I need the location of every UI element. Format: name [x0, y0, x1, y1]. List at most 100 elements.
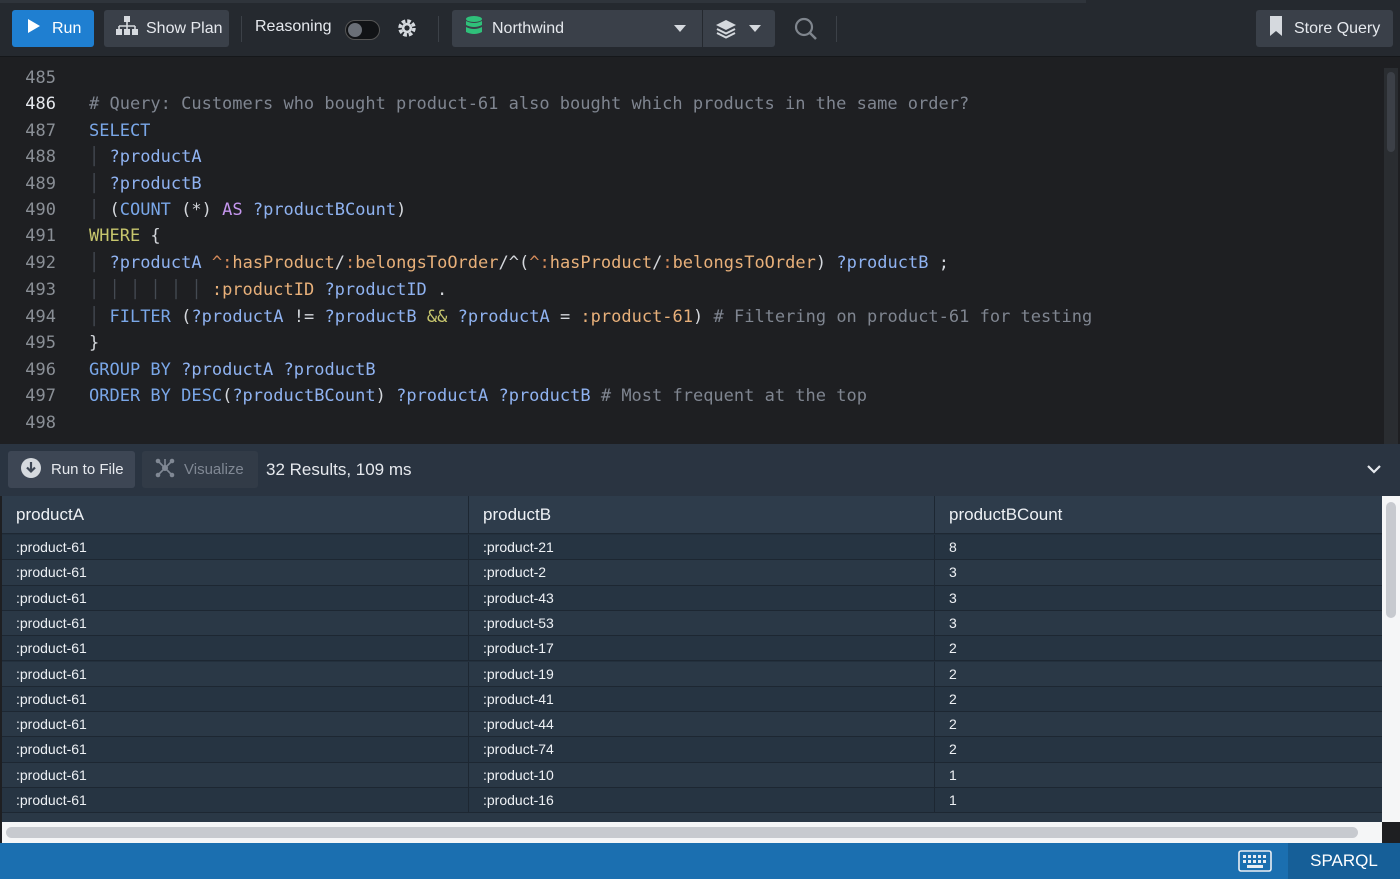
line-number: 488: [25, 147, 56, 167]
store-query-button[interactable]: Store Query: [1256, 10, 1393, 47]
chevron-down-icon[interactable]: [1366, 462, 1382, 480]
run-button[interactable]: Run: [12, 10, 94, 47]
table-row[interactable]: :product-61 :product-41 2: [2, 686, 1382, 713]
reasoning-toggle[interactable]: [345, 20, 380, 40]
code-line: │ ?productB: [89, 174, 202, 194]
table-row[interactable]: :product-61 :product-53 3: [2, 610, 1382, 637]
language-mode[interactable]: SPARQL: [1288, 843, 1400, 879]
database-select[interactable]: Northwind: [452, 10, 702, 47]
code-punctuation: [488, 386, 498, 406]
line-number: 495: [25, 333, 56, 353]
query-editor[interactable]: 485 486 487 488 489 490 491 492 493 494 …: [0, 58, 1400, 444]
toolbar-divider: [836, 16, 837, 42]
table-row[interactable]: :product-61 :product-19 2: [2, 661, 1382, 687]
code-line: │ ?productA ^:hasProduct/:belongsToOrder…: [89, 253, 949, 273]
code-punctuation: (: [222, 386, 233, 406]
table-cell: :product-16: [468, 788, 934, 813]
table-cell: 1: [934, 762, 1382, 788]
code-predicate: belongsToOrder: [672, 253, 816, 273]
code-variable: ?productA: [457, 307, 550, 327]
code-predicate: hasProduct: [549, 253, 653, 273]
play-icon: [28, 19, 40, 38]
table-cell: :product-61: [16, 564, 87, 581]
code-variable: ?productBCount: [232, 386, 376, 406]
code-prefix: :: [662, 253, 673, 273]
show-plan-button[interactable]: Show Plan: [104, 10, 229, 47]
code-keyword: GROUP BY: [89, 360, 171, 380]
results-summary: 32 Results, 109 ms: [266, 460, 412, 479]
layers-dropdown[interactable]: [703, 10, 775, 47]
editor-scrollbar[interactable]: [1384, 68, 1398, 444]
indent-guide: │: [89, 307, 110, 327]
table-row[interactable]: :product-61 :product-43 3: [2, 585, 1382, 611]
line-number: 491: [25, 226, 56, 246]
gear-icon[interactable]: [395, 16, 419, 45]
code-punctuation: ): [815, 253, 837, 273]
toolbar-divider: [241, 16, 242, 42]
top-divider: [0, 0, 1086, 3]
code-punctuation: /: [334, 253, 345, 273]
code-keyword: FILTER: [109, 307, 171, 327]
code-comment: # Query: Customers who bought product-61…: [89, 94, 970, 114]
table-vertical-scrollbar[interactable]: [1382, 496, 1400, 822]
table-cell: :product-44: [468, 712, 934, 738]
line-number: 497: [25, 386, 56, 406]
code-keyword: SELECT: [89, 121, 151, 141]
chevron-down-icon: [749, 25, 761, 32]
code-prefix: ^:: [211, 253, 233, 273]
line-number: 489: [25, 174, 56, 194]
column-header[interactable]: productBCount: [934, 496, 1382, 534]
table-cell: :product-19: [468, 661, 934, 687]
table-row[interactable]: :product-61 :product-10 1: [2, 762, 1382, 788]
table-row[interactable]: :product-61 :product-2 3: [2, 560, 1382, 586]
download-icon: [20, 457, 42, 483]
scrollbar-thumb[interactable]: [1386, 502, 1396, 618]
code-line: SELECT: [89, 121, 150, 141]
code-punctuation: {: [140, 226, 161, 246]
indent-guide: │: [89, 253, 110, 273]
table-row[interactable]: :product-61 :product-44 2: [2, 712, 1382, 738]
code-line: ORDER BY DESC(?productBCount) ?productA …: [89, 386, 867, 406]
code-punctuation: .: [426, 280, 448, 300]
code-line: }: [89, 333, 99, 353]
table-cell: 1: [934, 788, 1382, 813]
table-row[interactable]: :product-61 :product-74 2: [2, 737, 1382, 763]
table-row[interactable]: [2, 813, 1382, 822]
layers-icon: [715, 18, 737, 45]
table-cell: :product-61: [16, 589, 87, 606]
code-punctuation: [417, 307, 427, 327]
show-plan-label: Show Plan: [146, 19, 223, 37]
code-line: │ FILTER (?productA != ?productB && ?pro…: [89, 307, 1092, 327]
scrollbar-thumb[interactable]: [6, 827, 1358, 838]
results-table: productA productB productBCount :product…: [2, 496, 1382, 822]
code-variable: ?productA: [181, 360, 274, 380]
code-punctuation: =: [549, 307, 581, 327]
scrollbar-thumb[interactable]: [1387, 72, 1395, 152]
table-row[interactable]: :product-61 :product-16 1: [2, 788, 1382, 814]
table-horizontal-scrollbar[interactable]: [2, 822, 1382, 843]
table-cell: 3: [934, 610, 1382, 636]
code-punctuation: [273, 360, 283, 380]
code-line: │ │ │ │ │ │ :productID ?productID .: [89, 280, 447, 300]
database-name: Northwind: [492, 19, 565, 37]
column-header[interactable]: productA: [2, 496, 468, 534]
line-number: 496: [25, 360, 56, 380]
code-punctuation: /^(: [498, 253, 530, 273]
hierarchy-icon: [116, 16, 138, 41]
table-row[interactable]: :product-61 :product-21 8: [2, 535, 1382, 561]
visualize-button[interactable]: Visualize: [142, 451, 258, 488]
search-icon[interactable]: [794, 17, 818, 46]
run-to-file-button[interactable]: Run to File: [8, 451, 135, 488]
code-punctuation: [314, 280, 324, 300]
table-cell: :product-61: [16, 665, 87, 682]
graph-icon: [154, 457, 176, 483]
keyboard-icon[interactable]: [1238, 850, 1272, 877]
code-operator: &&: [426, 307, 448, 327]
chevron-down-icon: [674, 25, 686, 32]
code-keyword: AS: [222, 200, 243, 220]
code-variable: ?productA: [109, 147, 202, 167]
code-punctuation: /: [652, 253, 663, 273]
table-cell: :product-17: [468, 636, 934, 662]
column-header[interactable]: productB: [468, 496, 934, 534]
table-row[interactable]: :product-61 :product-17 2: [2, 636, 1382, 662]
